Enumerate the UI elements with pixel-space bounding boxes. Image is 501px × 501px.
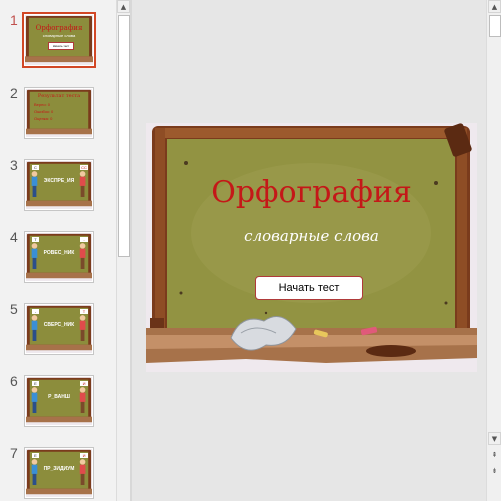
thumbnail-preview: СВЕРС_НИК - Т: [26, 305, 92, 353]
slide-thumbnail-6[interactable]: 6 Р_ВАНШ Е И: [0, 373, 116, 437]
kid-figures-icon: [31, 315, 86, 341]
slide-thumbnail-4[interactable]: 4 РОВЕС_НИК Т -: [0, 229, 116, 293]
editor-scroll-down-button[interactable]: ▼: [488, 432, 501, 445]
slide-thumbnail-5[interactable]: 5 СВЕРС_НИК - Т: [0, 301, 116, 365]
thumbnail-result-line: Ошибок: 0: [34, 109, 54, 114]
thumbnail-frame[interactable]: Орфография словарные слова Начать тест: [22, 12, 96, 68]
slide-number: 4: [10, 229, 18, 245]
mini-chalkboard: [25, 15, 93, 65]
slide-thumbnail-7[interactable]: 7 ПР_ЗИДИУМ Е И: [0, 445, 116, 501]
slide-thumbnail-2[interactable]: 2 Результат теста Верно: 0 Ошибок: 0 Оценка:…: [0, 85, 116, 149]
kid-figures-icon: [31, 243, 86, 269]
thumbnail-preview: РОВЕС_НИК Т -: [26, 233, 92, 281]
next-slide-button[interactable]: ⇟: [488, 464, 501, 477]
thumbnail-frame[interactable]: Р_ВАНШ Е И: [24, 375, 94, 427]
slide-thumbnail-1[interactable]: 1 Орфография словарные слова Начать тест: [0, 12, 116, 76]
scroll-up-icon: ▲: [120, 2, 127, 11]
slide-number: 6: [10, 373, 18, 389]
slide-thumbnail-3[interactable]: 3 ЭКСПРЕ_ИЯ С СС: [0, 157, 116, 221]
thumbnail-result-line: Верно: 0: [34, 102, 50, 107]
thumbnail-subtitle: словарные слова: [42, 33, 76, 38]
thumbnail-scroll-thumb[interactable]: [118, 15, 130, 257]
thumbnail-title: Результат теста: [37, 93, 81, 99]
kid-figures-icon: [31, 459, 86, 485]
thumbnail-preview: Орфография словарные слова Начать тест: [25, 15, 93, 65]
scroll-up-icon: ▲: [491, 2, 498, 11]
kid-figures-icon: [31, 171, 86, 197]
thumbnail-result-line: Оценка: 0: [34, 116, 53, 121]
kid-figures-icon: [31, 387, 86, 413]
thumbnail-frame[interactable]: ЭКСПРЕ_ИЯ С СС: [24, 159, 94, 211]
thumbnail-start-button: Начать тест: [48, 42, 74, 50]
thumbnail-preview: ПР_ЗИДИУМ Е И: [26, 449, 92, 497]
slide-subtitle[interactable]: словарные слова: [146, 227, 477, 245]
scroll-down-icon: ▼: [491, 434, 498, 443]
slide-number: 1: [10, 12, 18, 28]
slide-number: 5: [10, 301, 18, 317]
editor-scroll-thumb[interactable]: [489, 15, 501, 37]
thumbnail-frame[interactable]: СВЕРС_НИК - Т: [24, 303, 94, 355]
thumbnail-scroll-up-button[interactable]: ▲: [117, 0, 130, 13]
slide-title[interactable]: Орфография: [146, 175, 477, 210]
chalkboard-background: [146, 123, 477, 372]
thumbnail-frame[interactable]: РОВЕС_НИК Т -: [24, 231, 94, 283]
slide-number: 7: [10, 445, 18, 461]
thumbnail-preview: ЭКСПРЕ_ИЯ С СС: [26, 161, 92, 209]
slide-number: 3: [10, 157, 18, 173]
next-slide-icon: ⇟: [491, 466, 498, 475]
thumbnail-preview: Результат теста Верно: 0 Ошибок: 0 Оценка: …: [26, 89, 92, 137]
thumbnail-preview: Р_ВАНШ Е И: [26, 377, 92, 425]
editor-scrollbar[interactable]: ▲ ▼ ⇞ ⇟: [486, 0, 501, 501]
previous-slide-icon: ⇞: [491, 450, 498, 459]
thumbnail-frame[interactable]: Результат теста Верно: 0 Ошибок: 0 Оценка: …: [24, 87, 94, 139]
main-slide-canvas[interactable]: Орфография словарные слова Начать тест: [146, 123, 477, 372]
thumbnail-scrollbar[interactable]: ▲: [116, 0, 131, 501]
start-test-button[interactable]: Начать тест: [255, 276, 363, 300]
thumbnail-frame[interactable]: ПР_ЗИДИУМ Е И: [24, 447, 94, 499]
editor-scroll-up-button[interactable]: ▲: [488, 0, 501, 13]
thumbnail-title: Орфография: [35, 24, 83, 32]
previous-slide-button[interactable]: ⇞: [488, 448, 501, 461]
slide-thumbnail-pane: 1 Орфография словарные слова Начать тест 2 Ре…: [0, 0, 116, 501]
slide-number: 2: [10, 85, 18, 101]
